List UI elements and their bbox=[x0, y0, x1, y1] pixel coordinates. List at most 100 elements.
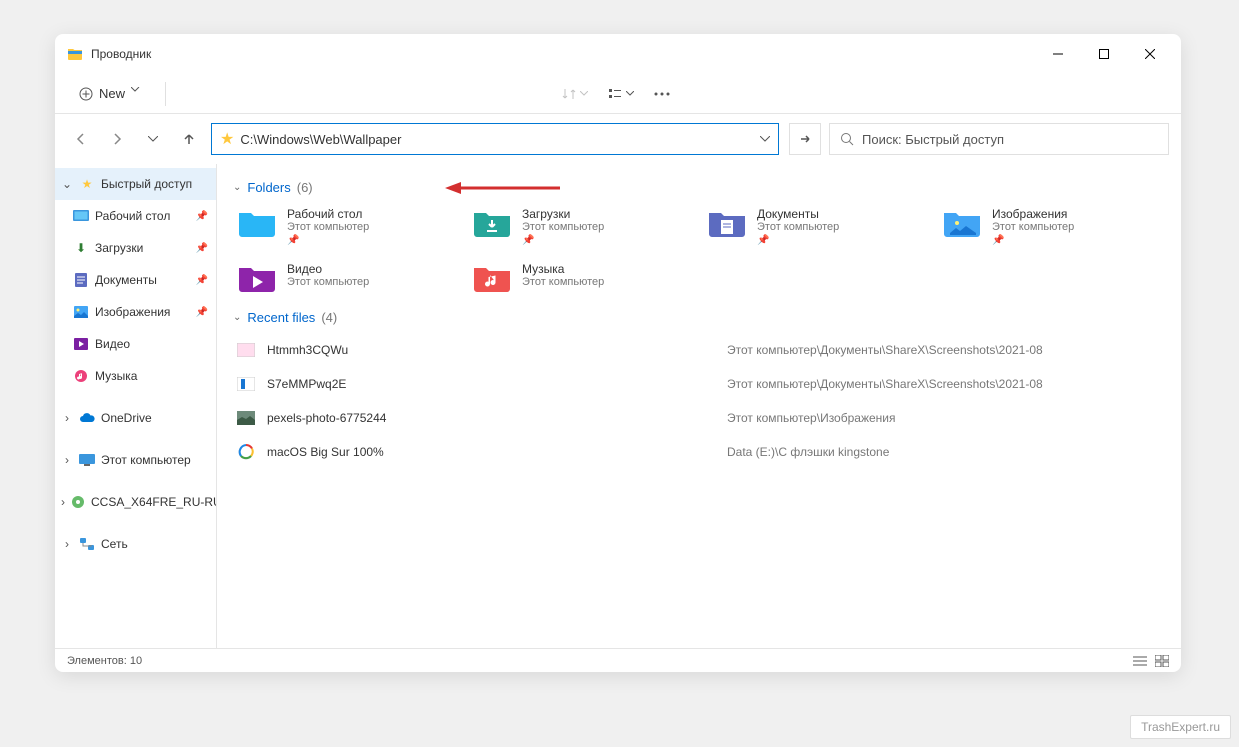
statusbar: Элементов: 10 bbox=[55, 648, 1181, 672]
chevron-right-icon: › bbox=[61, 537, 73, 551]
explorer-icon bbox=[67, 46, 83, 62]
chevron-right-icon: › bbox=[61, 453, 73, 467]
sidebar-item-label: OneDrive bbox=[101, 411, 152, 425]
titlebar: Проводник bbox=[55, 34, 1181, 74]
view-button[interactable] bbox=[608, 87, 634, 101]
recent-header[interactable]: ⌄ Recent files (4) bbox=[233, 310, 1165, 325]
disc-icon bbox=[71, 494, 85, 510]
sidebar-documents[interactable]: Документы 📌 bbox=[55, 264, 216, 296]
sidebar-downloads[interactable]: ⬇ Загрузки 📌 bbox=[55, 232, 216, 264]
network-icon bbox=[79, 536, 95, 552]
star-icon: ★ bbox=[79, 176, 95, 192]
more-button[interactable] bbox=[654, 92, 670, 96]
close-button[interactable] bbox=[1127, 38, 1173, 70]
folder-music[interactable]: МузыкаЭтот компьютер bbox=[468, 258, 695, 298]
thumbnails-view-button[interactable] bbox=[1155, 655, 1169, 667]
folder-downloads[interactable]: ЗагрузкиЭтот компьютер📌 bbox=[468, 203, 695, 250]
minimize-button[interactable] bbox=[1035, 38, 1081, 70]
folder-icon bbox=[707, 207, 747, 239]
navbar: ★ bbox=[55, 114, 1181, 164]
desktop-icon bbox=[73, 208, 89, 224]
sidebar-item-label: Рабочий стол bbox=[95, 209, 170, 223]
music-icon bbox=[73, 368, 89, 384]
document-icon bbox=[73, 272, 89, 288]
explorer-window: Проводник New bbox=[55, 34, 1181, 672]
sidebar-onedrive[interactable]: › OneDrive bbox=[55, 402, 216, 434]
recent-item[interactable]: macOS Big Sur 100% Data (E:)\С флэшки ki… bbox=[233, 435, 1165, 469]
star-icon: ★ bbox=[220, 129, 234, 149]
chevron-down-icon: ⌄ bbox=[233, 182, 241, 193]
sidebar-videos[interactable]: Видео bbox=[55, 328, 216, 360]
sidebar-item-label: Загрузки bbox=[95, 241, 143, 255]
pin-icon: 📌 bbox=[196, 211, 208, 222]
sidebar-this-pc[interactable]: › Этот компьютер bbox=[55, 444, 216, 476]
folder-desktop[interactable]: Рабочий столЭтот компьютер📌 bbox=[233, 203, 460, 250]
sidebar-item-label: Изображения bbox=[95, 305, 170, 319]
go-button[interactable] bbox=[789, 123, 821, 155]
sidebar-item-label: Документы bbox=[95, 273, 157, 287]
up-button[interactable] bbox=[175, 125, 203, 153]
recent-count: (4) bbox=[321, 310, 337, 325]
image-thumb-icon bbox=[237, 375, 255, 393]
pin-icon: 📌 bbox=[287, 235, 369, 246]
recent-item[interactable]: Htmmh3CQWu Этот компьютер\Документы\Shar… bbox=[233, 333, 1165, 367]
folder-icon bbox=[237, 207, 277, 239]
image-thumb-icon bbox=[237, 409, 255, 427]
pin-icon: 📌 bbox=[522, 235, 604, 246]
recent-item[interactable]: pexels-photo-6775244 Этот компьютер\Изоб… bbox=[233, 401, 1165, 435]
recent-label: Recent files bbox=[247, 310, 315, 325]
computer-icon bbox=[79, 452, 95, 468]
folders-label: Folders bbox=[247, 180, 290, 195]
recent-list: Htmmh3CQWu Этот компьютер\Документы\Shar… bbox=[233, 333, 1165, 469]
sidebar-desktop[interactable]: Рабочий стол 📌 bbox=[55, 200, 216, 232]
maximize-button[interactable] bbox=[1081, 38, 1127, 70]
folder-pictures[interactable]: ИзображенияЭтот компьютер📌 bbox=[938, 203, 1165, 250]
pin-icon: 📌 bbox=[992, 235, 1074, 246]
folder-icon bbox=[472, 207, 512, 239]
sidebar-quick-access[interactable]: ⌄ ★ Быстрый доступ bbox=[55, 168, 216, 200]
sidebar-item-label: Видео bbox=[95, 337, 130, 351]
address-input[interactable] bbox=[240, 132, 754, 147]
body: ⌄ ★ Быстрый доступ Рабочий стол 📌 ⬇ Загр… bbox=[55, 164, 1181, 648]
sidebar-item-label: Быстрый доступ bbox=[101, 177, 192, 191]
folder-videos[interactable]: ВидеоЭтот компьютер bbox=[233, 258, 460, 298]
toolbar-divider bbox=[165, 82, 166, 106]
forward-button[interactable] bbox=[103, 125, 131, 153]
pin-icon: 📌 bbox=[757, 235, 839, 246]
folders-header[interactable]: ⌄ Folders (6) bbox=[233, 180, 1165, 195]
image-thumb-icon bbox=[237, 443, 255, 461]
search-input[interactable] bbox=[862, 132, 1158, 147]
details-view-button[interactable] bbox=[1133, 655, 1147, 667]
sidebar-item-label: Этот компьютер bbox=[101, 453, 191, 467]
sidebar-ccsa[interactable]: › CCSA_X64FRE_RU-RU bbox=[55, 486, 216, 518]
address-bar[interactable]: ★ bbox=[211, 123, 779, 155]
picture-icon bbox=[73, 304, 89, 320]
sidebar: ⌄ ★ Быстрый доступ Рабочий стол 📌 ⬇ Загр… bbox=[55, 164, 217, 648]
cloud-icon bbox=[79, 410, 95, 426]
pin-icon: 📌 bbox=[196, 243, 208, 254]
sidebar-pictures[interactable]: Изображения 📌 bbox=[55, 296, 216, 328]
folder-documents[interactable]: ДокументыЭтот компьютер📌 bbox=[703, 203, 930, 250]
video-icon bbox=[73, 336, 89, 352]
chevron-right-icon: › bbox=[61, 495, 65, 509]
image-thumb-icon bbox=[237, 341, 255, 359]
address-dropdown[interactable] bbox=[760, 136, 770, 142]
sidebar-network[interactable]: › Сеть bbox=[55, 528, 216, 560]
window-title: Проводник bbox=[91, 47, 1035, 61]
new-button[interactable]: New bbox=[67, 82, 157, 105]
search-icon bbox=[840, 132, 854, 146]
download-icon: ⬇ bbox=[73, 240, 89, 256]
sort-button[interactable] bbox=[562, 87, 588, 101]
recent-locations-button[interactable] bbox=[139, 125, 167, 153]
window-controls bbox=[1035, 38, 1173, 70]
sidebar-item-label: Сеть bbox=[101, 537, 128, 551]
back-button[interactable] bbox=[67, 125, 95, 153]
folders-count: (6) bbox=[297, 180, 313, 195]
watermark: TrashExpert.ru bbox=[1130, 715, 1231, 739]
new-label: New bbox=[99, 86, 125, 101]
search-bar[interactable] bbox=[829, 123, 1169, 155]
toolbar: New bbox=[55, 74, 1181, 114]
recent-item[interactable]: S7eMMPwq2E Этот компьютер\Документы\Shar… bbox=[233, 367, 1165, 401]
folder-icon bbox=[237, 262, 277, 294]
sidebar-music[interactable]: Музыка bbox=[55, 360, 216, 392]
